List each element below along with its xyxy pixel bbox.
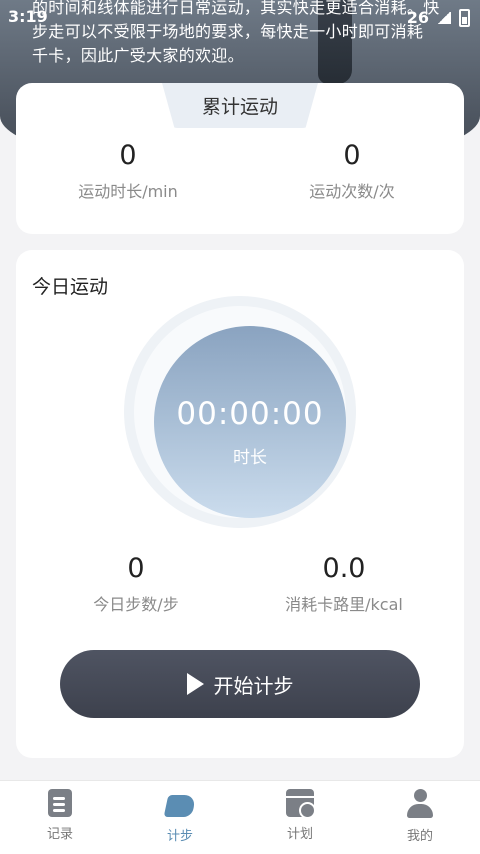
note-icon (48, 789, 72, 817)
tab-mine-label: 我的 (406, 829, 433, 844)
count-label: 运动次数/次 (309, 182, 395, 201)
tab-plan[interactable]: 计划 (240, 789, 360, 842)
timer-label: 时长 (233, 448, 267, 468)
timer-ring: 00:00:00 时长 (124, 296, 356, 528)
user-icon (406, 789, 434, 819)
signal-value: 26 (406, 8, 429, 27)
tab-steps-label: 计步 (166, 829, 193, 844)
tab-record[interactable]: 记录 (0, 789, 120, 842)
signal-icon (437, 11, 451, 24)
status-bar: 3:19 26 (0, 0, 480, 32)
count-value: 0 (343, 140, 361, 171)
tab-plan-label: 计划 (286, 827, 313, 842)
steps-label: 今日步数/步 (93, 595, 179, 614)
cumulative-card: 累计运动 0 运动时长/min 0 运动次数/次 (16, 83, 464, 234)
start-steps-button[interactable]: 开始计步 (60, 650, 420, 718)
status-icons: 26 (407, 8, 470, 27)
tab-record-label: 记录 (46, 827, 73, 842)
calories-stat: 0.0 消耗卡路里/kcal (254, 553, 434, 615)
shoe-icon (163, 795, 197, 817)
tab-mine[interactable]: 我的 (360, 789, 480, 844)
count-stat: 0 运动次数/次 (262, 140, 442, 202)
play-icon (186, 673, 204, 695)
duration-stat: 0 运动时长/min (38, 140, 218, 202)
calories-label: 消耗卡路里/kcal (285, 595, 403, 614)
timer-dial: 00:00:00 时长 (154, 326, 346, 518)
battery-icon (459, 8, 470, 27)
start-steps-label: 开始计步 (213, 673, 294, 698)
cumulative-title: 累计运动 (162, 83, 318, 128)
duration-value: 0 (119, 140, 137, 171)
duration-label: 运动时长/min (78, 182, 178, 201)
timer-value: 00:00:00 (176, 396, 324, 432)
tab-steps[interactable]: 计步 (120, 789, 240, 844)
steps-stat: 0 今日步数/步 (46, 553, 226, 615)
calendar-icon (286, 789, 316, 819)
today-title: 今日运动 (32, 276, 109, 298)
bottom-tab-bar: 记录 计步 计划 我的 (0, 780, 480, 854)
calories-value: 0.0 (322, 553, 366, 584)
timer-ring-inner: 00:00:00 时长 (134, 306, 346, 518)
today-card: 今日运动 00:00:00 时长 0 今日步数/步 0.0 消耗卡路里/kcal… (16, 250, 464, 758)
status-time: 3:19 (8, 7, 48, 26)
hero-text-line: 千卡，因此广受大家的欢迎。 (32, 46, 244, 65)
steps-value: 0 (127, 553, 145, 584)
